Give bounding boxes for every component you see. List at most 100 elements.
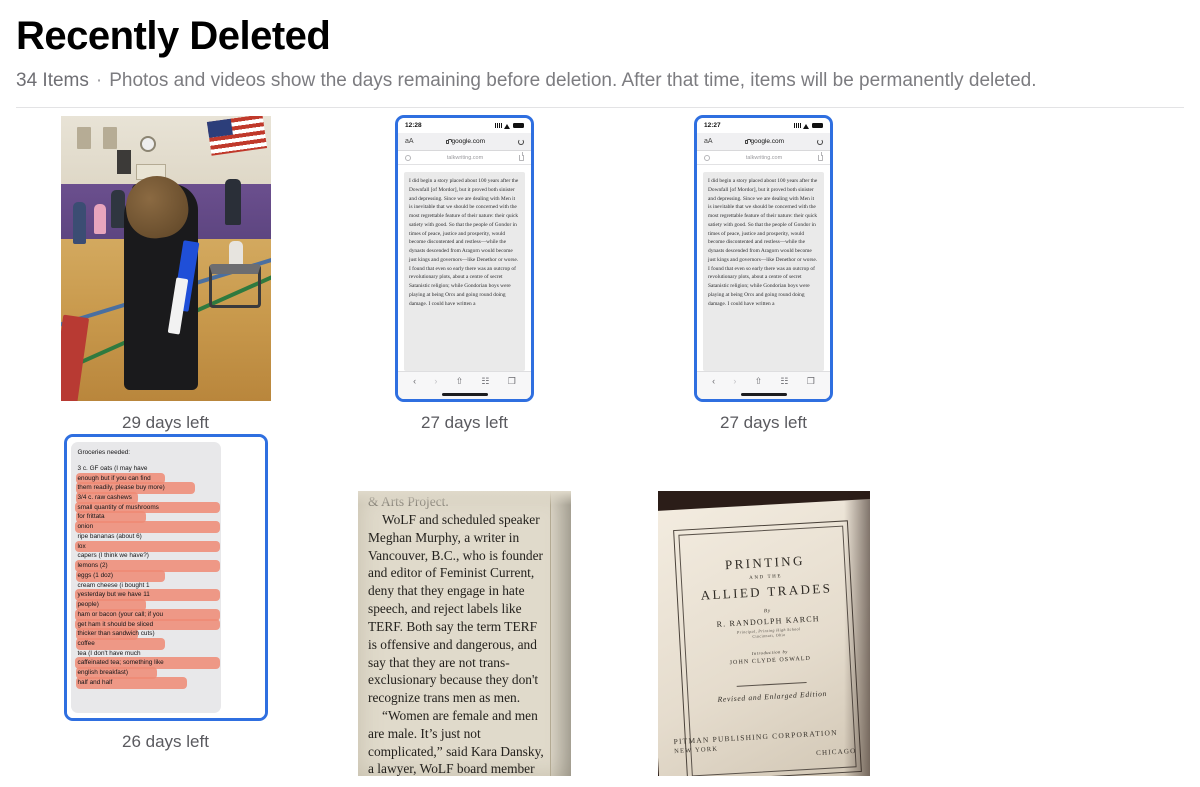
groceries-heading: Groceries needed: xyxy=(77,449,131,457)
book-gutter-shadow xyxy=(843,491,870,777)
info-icon[interactable] xyxy=(405,154,411,161)
header: Recently Deleted 34 Items · Photos and vid… xyxy=(0,0,1200,93)
news-clipping-thumbnail[interactable]: & Arts Project. WoLF and scheduled speak… xyxy=(358,491,571,777)
gym-photo-thumbnail[interactable] xyxy=(60,116,271,402)
days-left-label: 27 days left xyxy=(720,412,807,432)
tabs-icon[interactable]: ❐ xyxy=(508,376,516,386)
lock-icon xyxy=(745,138,751,144)
grocery-line: half and half xyxy=(75,676,214,689)
forward-icon[interactable]: › xyxy=(434,376,437,386)
battery-icon xyxy=(812,123,823,129)
page-content: I did begin a story placed about 100 yea… xyxy=(398,165,531,372)
title-page-text: PRINTING AND THE ALLIED TRADES By R. RAN… xyxy=(683,533,852,706)
text-size-button[interactable]: aA xyxy=(704,138,713,145)
grid-item-book-title-page[interactable]: PRINTING AND THE ALLIED TRADES By R. RAN… xyxy=(614,489,913,787)
thumbnail-wrapper[interactable]: 12:28 aA google.com talkwriting.com I di… xyxy=(315,114,614,404)
wall-panel-icon xyxy=(77,127,92,150)
grid-item-news-clipping[interactable]: & Arts Project. WoLF and scheduled speak… xyxy=(315,489,614,787)
grocery-line: lox xyxy=(74,540,220,553)
home-indicator xyxy=(697,390,830,400)
thumbnail-wrapper[interactable] xyxy=(16,114,315,404)
forward-icon[interactable]: › xyxy=(733,376,736,386)
subtitle-separator: · xyxy=(95,69,103,91)
item-count: 34 Items xyxy=(16,69,89,91)
grocery-line: onion xyxy=(74,521,220,533)
tabs-icon[interactable]: ❐ xyxy=(807,376,815,386)
phone-status-bar: 12:27 xyxy=(697,118,830,133)
clipping-column: & Arts Project. WoLF and scheduled speak… xyxy=(368,493,549,776)
safari-screenshot-thumbnail[interactable]: 12:28 aA google.com talkwriting.com I di… xyxy=(398,118,531,400)
grid-item-safari-1227[interactable]: 12:27 aA google.com talkwriting.com I di… xyxy=(614,114,913,433)
clipping-edge-shadow xyxy=(551,491,571,777)
selection-border[interactable]: 12:27 aA google.com talkwriting.com I di… xyxy=(694,115,833,403)
info-icon[interactable] xyxy=(704,154,710,161)
back-icon[interactable]: ‹ xyxy=(712,376,715,386)
grocery-line: get ham it should be sliced xyxy=(74,618,220,630)
bookmarks-icon[interactable]: ☷ xyxy=(780,376,788,386)
wifi-icon xyxy=(504,123,511,129)
book-title-line2: ALLIED TRADES xyxy=(699,580,833,603)
clipping-top-fade xyxy=(358,491,571,506)
cellular-signal-icon xyxy=(495,123,502,129)
grid-item-groceries-note[interactable]: Groceries needed: 3 c. GF oats (I may ha… xyxy=(16,433,315,787)
photo-grid: 29 days left 12:28 aA google.com talkwri… xyxy=(0,114,1200,787)
safari-screenshot-thumbnail[interactable]: 12:27 aA google.com talkwriting.com I di… xyxy=(697,118,830,400)
safari-sub-bar: talkwriting.com xyxy=(697,151,830,166)
status-time: 12:27 xyxy=(704,122,721,130)
background-person xyxy=(94,204,107,235)
safari-toolbar[interactable]: ‹ › ⇧ ☷ ❐ xyxy=(398,371,531,391)
status-icons xyxy=(794,123,823,129)
battery-icon xyxy=(513,123,524,129)
grid-item-safari-1228[interactable]: 12:28 aA google.com talkwriting.com I di… xyxy=(315,114,614,433)
home-indicator xyxy=(398,390,531,400)
reload-icon[interactable] xyxy=(517,138,524,145)
selection-border[interactable]: 12:28 aA google.com talkwriting.com I di… xyxy=(395,115,534,403)
page-content: I did begin a story placed about 100 yea… xyxy=(697,165,830,372)
text-size-button[interactable]: aA xyxy=(405,138,414,145)
safari-address-bar[interactable]: aA google.com xyxy=(398,133,531,152)
share-icon[interactable] xyxy=(818,151,823,161)
thumbnail-wrapper[interactable]: & Arts Project. WoLF and scheduled speak… xyxy=(315,489,614,779)
quote-text: I did begin a story placed about 100 yea… xyxy=(708,178,818,307)
book-photo-thumbnail[interactable]: PRINTING AND THE ALLIED TRADES By R. RAN… xyxy=(657,491,870,777)
retention-description: Photos and videos show the days remainin… xyxy=(109,69,1037,91)
status-icons xyxy=(495,123,524,129)
safari-toolbar[interactable]: ‹ › ⇧ ☷ ❐ xyxy=(697,371,830,391)
folding-chair xyxy=(208,264,261,309)
background-person xyxy=(225,178,242,225)
thumbnail-wrapper[interactable]: 12:27 aA google.com talkwriting.com I di… xyxy=(614,114,913,404)
thumbnail-wrapper[interactable]: PRINTING AND THE ALLIED TRADES By R. RAN… xyxy=(614,489,913,779)
url-text: google.com xyxy=(750,138,785,146)
address-field[interactable]: google.com xyxy=(446,138,485,145)
groceries-list: 3 c. GF oats (I may have enough but if yo… xyxy=(74,464,220,689)
reload-icon[interactable] xyxy=(816,138,823,145)
background-person xyxy=(110,190,125,229)
background-person xyxy=(73,201,87,244)
grocery-line: coffee xyxy=(75,638,214,650)
back-icon[interactable]: ‹ xyxy=(413,376,416,386)
sub-url-text: talkwriting.com xyxy=(745,154,783,161)
title-rule xyxy=(736,681,807,687)
share-icon[interactable]: ⇧ xyxy=(456,376,464,386)
groceries-screenshot-thumbnail[interactable]: Groceries needed: 3 c. GF oats (I may ha… xyxy=(66,437,265,719)
share-icon[interactable] xyxy=(519,151,524,161)
sub-url-text: talkwriting.com xyxy=(446,154,484,161)
bookmarks-icon[interactable]: ☷ xyxy=(481,376,489,386)
days-left-label: 27 days left xyxy=(421,412,508,432)
grocery-line: eggs (1 doz) xyxy=(75,569,214,582)
safari-sub-bar: talkwriting.com xyxy=(398,151,531,166)
lock-icon xyxy=(446,138,452,144)
days-left-label: 26 days left xyxy=(122,731,209,751)
address-field[interactable]: google.com xyxy=(745,138,784,145)
days-left-label: 29 days left xyxy=(122,412,209,432)
thumbnail-wrapper[interactable]: Groceries needed: 3 c. GF oats (I may ha… xyxy=(16,433,315,723)
wall-panel-icon xyxy=(102,127,117,150)
clipping-paragraph-2: “Women are female and men are male. It’s… xyxy=(368,707,544,777)
safari-address-bar[interactable]: aA google.com xyxy=(697,133,830,152)
header-divider xyxy=(16,106,1184,108)
share-icon[interactable]: ⇧ xyxy=(755,376,763,386)
selection-border[interactable]: Groceries needed: 3 c. GF oats (I may ha… xyxy=(63,434,268,722)
quote-block: I did begin a story placed about 100 yea… xyxy=(404,172,525,372)
grid-item-gym-photo[interactable]: 29 days left xyxy=(16,114,315,433)
grocery-line: small quantity of mushrooms xyxy=(74,501,220,514)
